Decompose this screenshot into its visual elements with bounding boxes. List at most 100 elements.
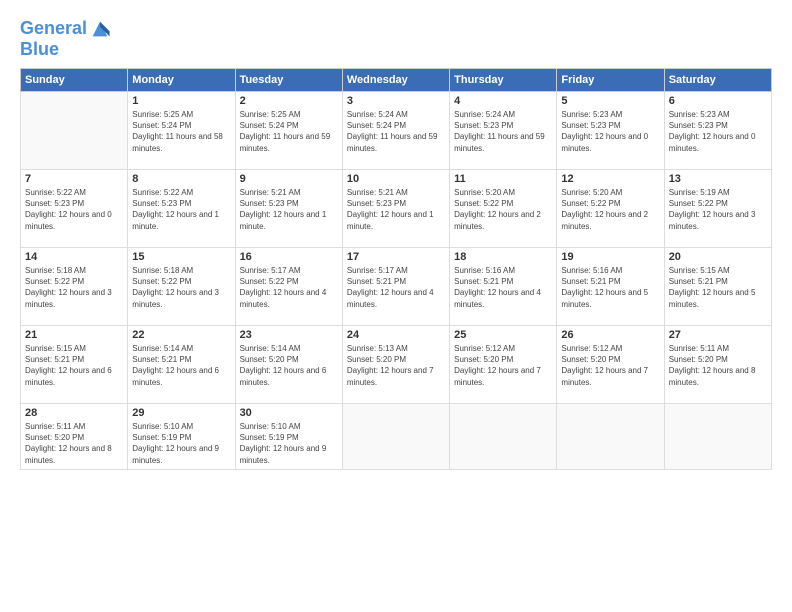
calendar-cell: 3 Sunrise: 5:24 AM Sunset: 5:24 PM Daylig… — [342, 92, 449, 170]
calendar-table: Sunday Monday Tuesday Wednesday Thursday… — [20, 68, 772, 470]
calendar-cell: 23 Sunrise: 5:14 AM Sunset: 5:20 PM Dayli… — [235, 326, 342, 404]
day-info: Sunrise: 5:16 AM Sunset: 5:21 PM Dayligh… — [561, 265, 659, 310]
day-info: Sunrise: 5:14 AM Sunset: 5:20 PM Dayligh… — [240, 343, 338, 388]
day-number: 19 — [561, 251, 659, 263]
day-number: 15 — [132, 251, 230, 263]
logo-blue: Blue — [20, 39, 59, 59]
calendar-cell: 29 Sunrise: 5:10 AM Sunset: 5:19 PM Dayli… — [128, 404, 235, 470]
calendar-cell — [450, 404, 557, 470]
calendar-cell: 22Sunrise: 5:14 AM Sunset: 5:21 PM Dayli… — [128, 326, 235, 404]
day-number: 8 — [132, 173, 230, 185]
calendar-cell: 15 Sunrise: 5:18 AM Sunset: 5:22 PM Dayli… — [128, 248, 235, 326]
calendar-cell: 6Sunrise: 5:23 AM Sunset: 5:23 PM Daylig… — [664, 92, 771, 170]
day-number: 29 — [132, 407, 230, 419]
day-number: 10 — [347, 173, 445, 185]
calendar-cell: 4 Sunrise: 5:24 AM Sunset: 5:23 PM Daylig… — [450, 92, 557, 170]
day-number: 24 — [347, 329, 445, 341]
day-number: 13 — [669, 173, 767, 185]
day-number: 3 — [347, 95, 445, 107]
day-info: Sunrise: 5:23 AM Sunset: 5:23 PM Dayligh… — [561, 109, 659, 154]
calendar-cell: 1Sunrise: 5:25 AM Sunset: 5:24 PM Daylig… — [128, 92, 235, 170]
day-info: Sunrise: 5:17 AM Sunset: 5:22 PM Dayligh… — [240, 265, 338, 310]
day-info: Sunrise: 5:12 AM Sunset: 5:20 PM Dayligh… — [454, 343, 552, 388]
logo-text: General — [20, 19, 87, 39]
calendar-cell: 9 Sunrise: 5:21 AM Sunset: 5:23 PM Daylig… — [235, 170, 342, 248]
calendar-cell — [664, 404, 771, 470]
day-number: 11 — [454, 173, 552, 185]
day-info: Sunrise: 5:18 AM Sunset: 5:22 PM Dayligh… — [25, 265, 123, 310]
day-info: Sunrise: 5:22 AM Sunset: 5:23 PM Dayligh… — [25, 187, 123, 232]
day-number: 14 — [25, 251, 123, 263]
calendar-cell: 26 Sunrise: 5:12 AM Sunset: 5:20 PM Dayli… — [557, 326, 664, 404]
day-number: 26 — [561, 329, 659, 341]
day-info: Sunrise: 5:20 AM Sunset: 5:22 PM Dayligh… — [454, 187, 552, 232]
calendar-cell: 19 Sunrise: 5:16 AM Sunset: 5:21 PM Dayli… — [557, 248, 664, 326]
day-number: 9 — [240, 173, 338, 185]
calendar-cell: 21 Sunrise: 5:15 AM Sunset: 5:21 PM Dayli… — [21, 326, 128, 404]
day-info: Sunrise: 5:15 AM Sunset: 5:21 PM Dayligh… — [25, 343, 123, 388]
day-number: 16 — [240, 251, 338, 263]
calendar-cell: 12 Sunrise: 5:20 AM Sunset: 5:22 PM Dayli… — [557, 170, 664, 248]
day-info: Sunrise: 5:12 AM Sunset: 5:20 PM Dayligh… — [561, 343, 659, 388]
day-number: 23 — [240, 329, 338, 341]
day-number: 30 — [240, 407, 338, 419]
day-number: 22 — [132, 329, 230, 341]
calendar-cell: 25 Sunrise: 5:12 AM Sunset: 5:20 PM Dayli… — [450, 326, 557, 404]
calendar-cell: 5Sunrise: 5:23 AM Sunset: 5:23 PM Daylig… — [557, 92, 664, 170]
day-number: 18 — [454, 251, 552, 263]
day-info: Sunrise: 5:19 AM Sunset: 5:22 PM Dayligh… — [669, 187, 767, 232]
day-info: Sunrise: 5:10 AM Sunset: 5:19 PM Dayligh… — [132, 421, 230, 466]
day-number: 17 — [347, 251, 445, 263]
day-number: 20 — [669, 251, 767, 263]
day-info: Sunrise: 5:24 AM Sunset: 5:24 PM Dayligh… — [347, 109, 445, 154]
calendar-cell: 28Sunrise: 5:11 AM Sunset: 5:20 PM Dayli… — [21, 404, 128, 470]
day-info: Sunrise: 5:20 AM Sunset: 5:22 PM Dayligh… — [561, 187, 659, 232]
logo-icon — [89, 18, 111, 40]
day-number: 4 — [454, 95, 552, 107]
calendar-cell: 16 Sunrise: 5:17 AM Sunset: 5:22 PM Dayli… — [235, 248, 342, 326]
day-number: 7 — [25, 173, 123, 185]
day-info: Sunrise: 5:21 AM Sunset: 5:23 PM Dayligh… — [347, 187, 445, 232]
day-info: Sunrise: 5:24 AM Sunset: 5:23 PM Dayligh… — [454, 109, 552, 154]
day-info: Sunrise: 5:13 AM Sunset: 5:20 PM Dayligh… — [347, 343, 445, 388]
calendar-header-row: Sunday Monday Tuesday Wednesday Thursday… — [21, 69, 772, 92]
header-friday: Friday — [557, 69, 664, 92]
day-number: 28 — [25, 407, 123, 419]
day-number: 1 — [132, 95, 230, 107]
logo: General Blue — [20, 18, 111, 60]
page: General Blue Sunday Monday Tuesday We — [0, 0, 792, 612]
day-number: 6 — [669, 95, 767, 107]
calendar-cell: 2 Sunrise: 5:25 AM Sunset: 5:24 PM Daylig… — [235, 92, 342, 170]
calendar-cell — [557, 404, 664, 470]
calendar-cell — [342, 404, 449, 470]
day-info: Sunrise: 5:15 AM Sunset: 5:21 PM Dayligh… — [669, 265, 767, 310]
day-info: Sunrise: 5:25 AM Sunset: 5:24 PM Dayligh… — [240, 109, 338, 154]
calendar-cell: 18Sunrise: 5:16 AM Sunset: 5:21 PM Dayli… — [450, 248, 557, 326]
header-thursday: Thursday — [450, 69, 557, 92]
day-info: Sunrise: 5:21 AM Sunset: 5:23 PM Dayligh… — [240, 187, 338, 232]
header-tuesday: Tuesday — [235, 69, 342, 92]
calendar-cell: 14 Sunrise: 5:18 AM Sunset: 5:22 PM Dayli… — [21, 248, 128, 326]
calendar-cell: 30 Sunrise: 5:10 AM Sunset: 5:19 PM Dayli… — [235, 404, 342, 470]
calendar-cell: 27Sunrise: 5:11 AM Sunset: 5:20 PM Dayli… — [664, 326, 771, 404]
day-info: Sunrise: 5:11 AM Sunset: 5:20 PM Dayligh… — [669, 343, 767, 388]
day-number: 21 — [25, 329, 123, 341]
header-sunday: Sunday — [21, 69, 128, 92]
calendar-cell — [21, 92, 128, 170]
header-wednesday: Wednesday — [342, 69, 449, 92]
day-info: Sunrise: 5:22 AM Sunset: 5:23 PM Dayligh… — [132, 187, 230, 232]
day-info: Sunrise: 5:18 AM Sunset: 5:22 PM Dayligh… — [132, 265, 230, 310]
header-monday: Monday — [128, 69, 235, 92]
calendar-cell: 11 Sunrise: 5:20 AM Sunset: 5:22 PM Dayli… — [450, 170, 557, 248]
day-number: 2 — [240, 95, 338, 107]
calendar-cell: 8 Sunrise: 5:22 AM Sunset: 5:23 PM Daylig… — [128, 170, 235, 248]
day-number: 12 — [561, 173, 659, 185]
calendar-cell: 13 Sunrise: 5:19 AM Sunset: 5:22 PM Dayli… — [664, 170, 771, 248]
day-number: 25 — [454, 329, 552, 341]
calendar-cell: 24 Sunrise: 5:13 AM Sunset: 5:20 PM Dayli… — [342, 326, 449, 404]
header: General Blue — [20, 18, 772, 60]
calendar-cell: 10 Sunrise: 5:21 AM Sunset: 5:23 PM Dayli… — [342, 170, 449, 248]
calendar-cell: 20 Sunrise: 5:15 AM Sunset: 5:21 PM Dayli… — [664, 248, 771, 326]
calendar-cell: 7 Sunrise: 5:22 AM Sunset: 5:23 PM Daylig… — [21, 170, 128, 248]
day-info: Sunrise: 5:10 AM Sunset: 5:19 PM Dayligh… — [240, 421, 338, 466]
